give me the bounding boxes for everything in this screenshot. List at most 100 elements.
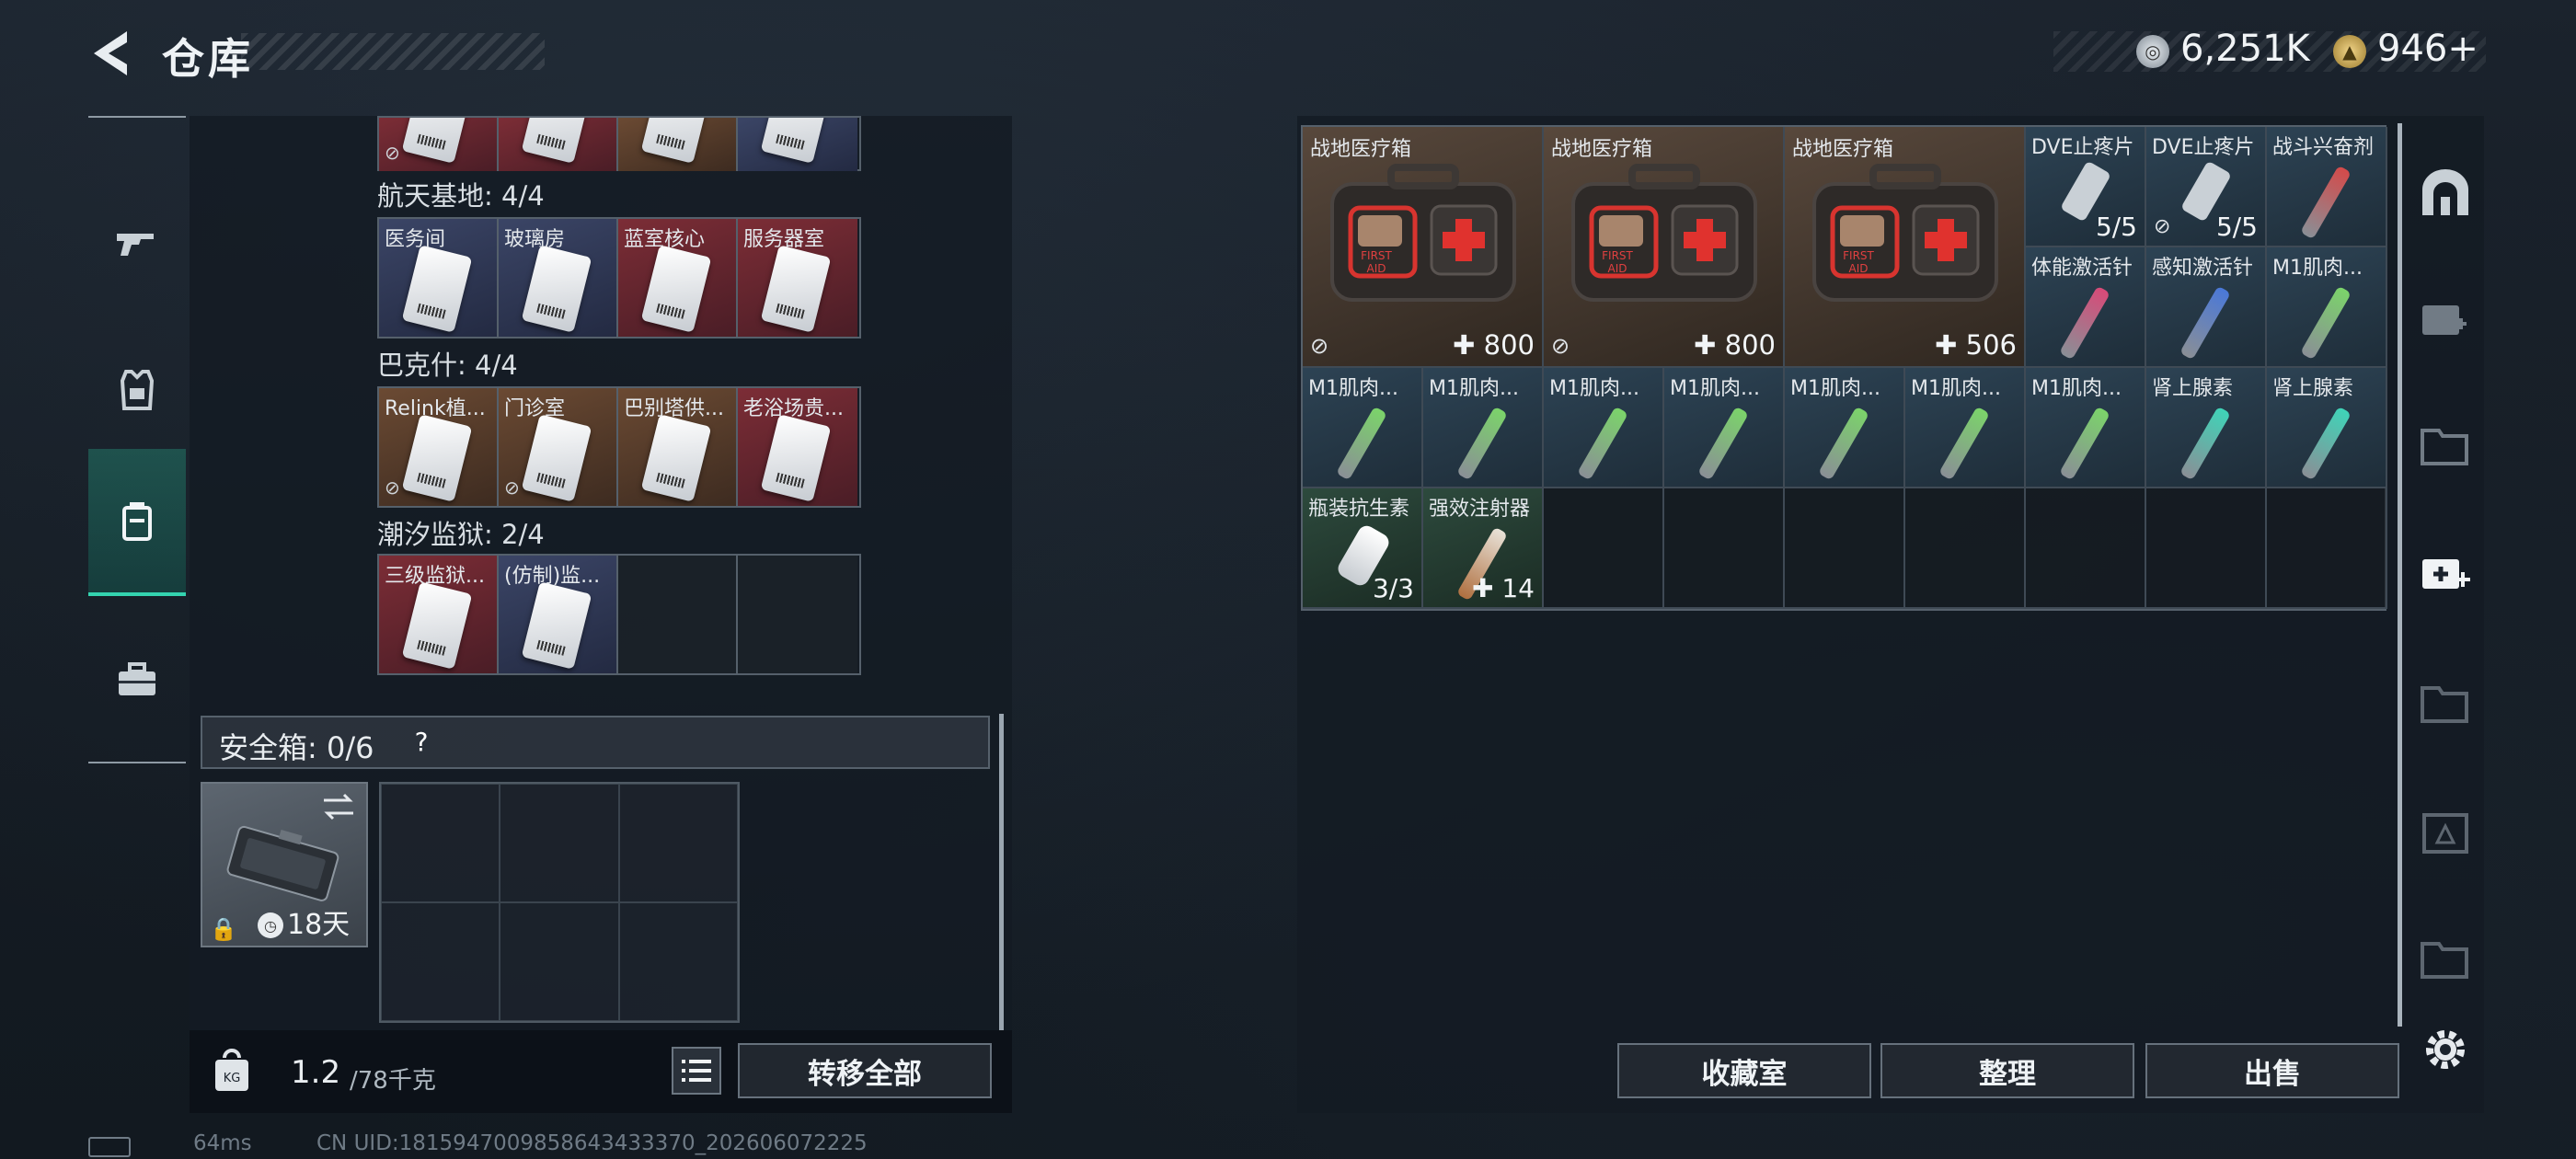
organize-button[interactable]: 整理 [1880, 1043, 2134, 1098]
tab-tools[interactable] [88, 605, 186, 752]
medkit-tab-icon [122, 502, 152, 541]
key-name: 巴别塔供... [624, 397, 724, 420]
key-slot[interactable]: (仿制)监... [499, 556, 618, 673]
key-slot[interactable]: 玻璃房 [499, 219, 618, 337]
no-trade-icon: ⊘ [2154, 215, 2171, 238]
back-button[interactable] [85, 26, 136, 81]
no-trade-icon: ⊘ [1551, 333, 1570, 359]
tab-weapons[interactable] [88, 169, 186, 316]
scrollbar[interactable] [999, 714, 1004, 1030]
stimulant-item[interactable]: 体能激活针 [2026, 247, 2146, 368]
item-count: ✚ 14 [1471, 573, 1535, 603]
first-aid-kit-icon: FIRSTAID [1330, 164, 1516, 302]
item-name: DVE止疼片 [2152, 136, 2255, 159]
sell-button[interactable]: 出售 [2145, 1043, 2399, 1098]
medkit-item[interactable]: 战地医疗箱 FIRST AID ✚ 506 [1785, 127, 2026, 368]
stash-tab-icon [2422, 813, 2468, 854]
injector-item[interactable]: 强效注射器 ✚ 14 [1423, 488, 1544, 609]
stimulant-item[interactable]: M1肌肉... [1544, 368, 1664, 488]
vest-icon [120, 370, 155, 410]
empty-slot[interactable] [2267, 488, 2387, 609]
empty-slot[interactable] [1905, 488, 2026, 609]
painkiller-item[interactable]: DVE止疼片 5/5 [2026, 127, 2146, 247]
tab-armor[interactable] [88, 316, 186, 464]
key-slot[interactable]: 三级监狱... [379, 556, 499, 673]
stash-tab-medical[interactable] [2409, 541, 2482, 605]
settings-button[interactable] [2409, 1017, 2482, 1082]
medkit-item[interactable]: 战地医疗箱 FIRST AID ⊘ ✚ 800 [1544, 127, 1785, 368]
safe-slot[interactable] [500, 784, 619, 902]
coin-icon: ◎ [2136, 35, 2169, 68]
help-button[interactable]: ? [403, 725, 440, 758]
tab-medical[interactable] [88, 449, 186, 596]
list-view-button[interactable] [672, 1047, 721, 1095]
stimulant-item[interactable]: M1肌肉... [1664, 368, 1785, 488]
user-uid: CN UID:1815947009858643433370_2026060722… [316, 1131, 868, 1155]
stash-tab-2[interactable] [2409, 287, 2482, 351]
item-name: 肾上腺素 [2272, 377, 2354, 400]
injector-icon [2300, 285, 2352, 361]
key-slot[interactable]: 服务器室 [738, 219, 857, 337]
key-slot[interactable]: 老浴场贵... [738, 388, 857, 506]
safe-slot[interactable] [381, 784, 500, 902]
stash-tab-icon [2421, 686, 2468, 723]
weight-icon: KG [215, 1049, 248, 1091]
injector-icon [1938, 406, 1990, 481]
stimulant-item[interactable]: 战斗兴奋剂 [2267, 127, 2387, 247]
empty-slot[interactable] [1785, 488, 1905, 609]
stimulant-item[interactable]: M1肌肉... [1785, 368, 1905, 488]
safe-slot[interactable] [618, 784, 738, 902]
currency2-value[interactable]: 946+ [2377, 28, 2478, 70]
key-slot[interactable]: 巴别塔供... [618, 388, 738, 506]
key-slot[interactable]: 门诊室 ⊘ [499, 388, 618, 506]
empty-slot[interactable] [1544, 488, 1664, 609]
transfer-all-button[interactable]: 转移全部 [738, 1043, 992, 1098]
stimulant-item[interactable]: 感知激活针 [2146, 247, 2267, 368]
stash-tab-3[interactable] [2409, 414, 2482, 478]
empty-key-slot[interactable] [618, 556, 738, 673]
key-slot[interactable]: 蓝室核心 [618, 219, 738, 337]
antibiotic-item[interactable]: 瓶装抗生素 3/3 [1303, 488, 1423, 609]
safe-slot[interactable] [500, 902, 619, 1021]
safe-slot[interactable] [618, 902, 738, 1021]
item-name: M1肌肉... [2272, 257, 2363, 280]
item-count: 5/5 [2095, 212, 2137, 242]
safe-box-grid[interactable] [379, 782, 740, 1023]
medkit-item[interactable]: 战地医疗箱 FIRST AID ⊘ ✚ 800 [1303, 127, 1544, 368]
stimulant-item[interactable]: M1肌肉... [2267, 247, 2387, 368]
stimulant-item[interactable]: M1肌肉... [2026, 368, 2146, 488]
stash-scrollbar[interactable] [2398, 123, 2402, 1027]
key-slot[interactable] [499, 118, 618, 171]
key-slot[interactable] [618, 118, 738, 171]
empty-slot[interactable] [1664, 488, 1785, 609]
empty-slot[interactable] [2026, 488, 2146, 609]
no-trade-icon: ⊘ [504, 476, 520, 499]
adrenaline-item[interactable]: 肾上腺素 [2267, 368, 2387, 488]
key-slot[interactable]: 医务间 [379, 219, 499, 337]
painkiller-item[interactable]: DVE止疼片 ⊘ 5/5 [2146, 127, 2267, 247]
group-title-tidal-prison: 潮汐监狱: 2/4 [377, 519, 545, 550]
category-sidebar [88, 116, 186, 763]
key-slot[interactable] [738, 118, 857, 171]
adrenaline-item[interactable]: 肾上腺素 [2146, 368, 2267, 488]
safe-slot[interactable] [381, 902, 500, 1021]
collection-button[interactable]: 收藏室 [1617, 1043, 1871, 1098]
stimulant-item[interactable]: M1肌肉... [1905, 368, 2026, 488]
key-name: Relink植... [385, 397, 486, 420]
stash-tab-6[interactable] [2409, 800, 2482, 865]
first-aid-kit-icon: FIRSTAID [1812, 164, 1998, 302]
key-name: 玻璃房 [504, 228, 566, 251]
no-trade-icon: ⊘ [385, 476, 400, 499]
stimulant-item[interactable]: M1肌肉... [1303, 368, 1423, 488]
key-slot[interactable]: ⊘ [379, 118, 499, 171]
key-row-partial: ⊘ [377, 116, 861, 171]
stash-tab-5[interactable] [2409, 671, 2482, 736]
safe-box-item[interactable]: 🔒 ◷ 18天 [201, 782, 368, 947]
key-slot[interactable]: Relink植... ⊘ [379, 388, 499, 506]
item-name: M1肌肉... [1549, 377, 1639, 400]
empty-slot[interactable] [2146, 488, 2267, 609]
empty-key-slot[interactable] [738, 556, 857, 673]
stash-tab-7[interactable] [2409, 927, 2482, 992]
stimulant-item[interactable]: M1肌肉... [1423, 368, 1544, 488]
stash-tab-main[interactable] [2409, 160, 2482, 224]
